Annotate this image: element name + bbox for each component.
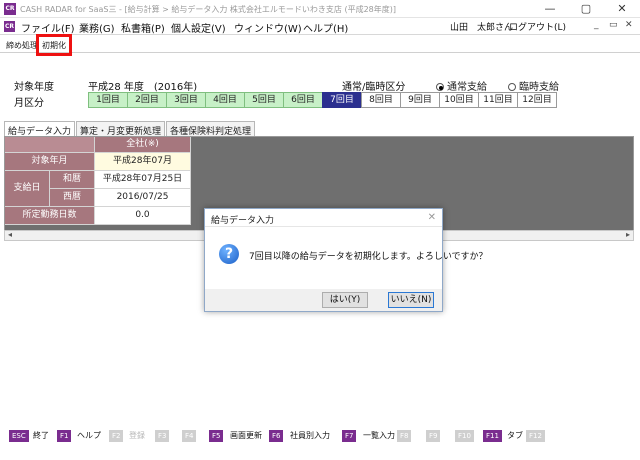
seireki-label: 西暦 [50, 189, 95, 207]
menu-window[interactable]: ウィンドウ(W) [234, 20, 302, 35]
fkey-f1-label: ヘルプ [77, 431, 101, 440]
seireki-value[interactable]: 2016/07/25 [95, 189, 191, 207]
fkey-f6[interactable]: F6 [269, 430, 284, 442]
pay-type-label: 通常/臨時区分 [342, 82, 406, 93]
menu-mailbox[interactable]: 私書箱(P) [121, 20, 165, 35]
dialog-message: 7回目以降の給与データを初期化します。よろしいですか？ [249, 252, 488, 262]
menu-file[interactable]: ファイル(F) [21, 20, 75, 35]
pay-type-regular-radio[interactable]: 通常支給 [436, 78, 487, 93]
radio-selected-icon [436, 83, 444, 91]
menu-personal-settings[interactable]: 個人設定(V) [171, 20, 226, 35]
menu-bar: CR ファイル(F) 業務(G) 私書箱(P) 個人設定(V) ウィンドウ(W)… [0, 18, 640, 35]
radio-unselected-icon [508, 83, 516, 91]
dialog-body: ? 7回目以降の給与データを初期化します。よろしいですか？ [205, 227, 488, 289]
no-button[interactable]: いいえ(N) [388, 292, 434, 308]
tab-calculation-update[interactable]: 算定・月変更新処理 [76, 121, 166, 137]
fkey-f5[interactable]: F5 [209, 430, 224, 442]
restore-icon[interactable]: ▢ [568, 0, 604, 18]
period-button-9[interactable]: 9回目 [400, 92, 440, 108]
fkey-f7[interactable]: F7 [342, 430, 357, 442]
fkey-f10: F10 [455, 430, 474, 442]
fkey-esc[interactable]: ESC [9, 430, 29, 442]
period-button-2[interactable]: 2回目 [127, 92, 167, 108]
company-header-cell: 全社(※) [95, 137, 191, 153]
close-icon[interactable]: ✕ [604, 0, 640, 18]
fkey-esc-label: 終了 [33, 431, 49, 440]
fkey-f11-label: タブ [507, 431, 523, 440]
fkey-f11[interactable]: F11 [483, 430, 502, 442]
period-button-1[interactable]: 1回目 [88, 92, 128, 108]
app-menu-icon[interactable]: CR [4, 21, 15, 32]
target-year-value: 平成28 年度 (2016年) [88, 82, 198, 93]
fkey-f1[interactable]: F1 [57, 430, 72, 442]
fkey-f7-label: 一覧入力 [363, 431, 395, 440]
period-button-6[interactable]: 6回目 [283, 92, 323, 108]
menu-business[interactable]: 業務(G) [79, 20, 115, 35]
period-button-3[interactable]: 3回目 [166, 92, 206, 108]
toolbar: 締め処理 初期化 [0, 34, 640, 56]
closing-process-button[interactable]: 締め処理 [4, 38, 40, 52]
minimize-icon[interactable]: — [532, 0, 568, 18]
wareki-value[interactable]: 平成28年07月25日 [95, 171, 191, 189]
period-button-10[interactable]: 10回目 [439, 92, 479, 108]
dialog-close-icon[interactable]: ✕ [428, 212, 436, 223]
title-bar: CR CASH RADAR for SaaS三 - [給与計算 > 給与データ入… [0, 0, 640, 18]
workdays-value[interactable]: 0.0 [95, 207, 191, 225]
wareki-label: 和暦 [50, 171, 95, 189]
dialog-footer: はい(Y) いいえ(N) [205, 289, 442, 311]
period-button-11[interactable]: 11回目 [478, 92, 518, 108]
logout-link[interactable]: ログアウト(L) [509, 20, 566, 33]
period-button-4[interactable]: 4回目 [205, 92, 245, 108]
fkey-f3: F3 [155, 430, 170, 442]
payday-label: 支給日 [5, 171, 50, 207]
workdays-label: 所定勤務日数 [5, 207, 95, 225]
mdi-minimize-icon[interactable]: _ [594, 20, 599, 30]
pay-type-temporary-radio[interactable]: 臨時支給 [508, 78, 559, 93]
dialog-title-bar: 給与データ入力 ✕ [205, 209, 442, 227]
tab-insurance-judgement[interactable]: 各種保険料判定処理 [166, 121, 256, 137]
period-button-7[interactable]: 7回目 [322, 92, 362, 108]
fkey-f2: F2 [109, 430, 124, 442]
initialize-button[interactable]: 初期化 [36, 34, 72, 56]
scroll-right-icon[interactable]: ▸ [626, 230, 630, 239]
grid-corner-cell [5, 137, 95, 153]
period-button-8[interactable]: 8回目 [361, 92, 401, 108]
target-year-label: 対象年度 [14, 82, 54, 93]
fkey-f5-label: 画面更新 [230, 431, 262, 440]
fkey-f9: F9 [426, 430, 441, 442]
question-icon: ? [219, 244, 239, 264]
mdi-close-icon[interactable]: ✕ [625, 20, 633, 30]
fkey-f8: F8 [397, 430, 412, 442]
mdi-restore-icon[interactable]: ▭ [609, 20, 618, 30]
yes-button[interactable]: はい(Y) [322, 292, 368, 308]
target-month-label: 対象年月 [5, 153, 95, 171]
month-division-label: 月区分 [14, 98, 44, 109]
fkey-f12: F12 [526, 430, 545, 442]
period-button-5[interactable]: 5回目 [244, 92, 284, 108]
menu-help[interactable]: ヘルプ(H) [303, 20, 348, 35]
period-button-12[interactable]: 12回目 [517, 92, 557, 108]
window-title: CASH RADAR for SaaS三 - [給与計算 > 給与データ入力 株… [20, 5, 397, 14]
function-key-bar: ESC 終了 F1 ヘルプ F2 登録 F3 F4 F5 画面更新 F6 社員別… [0, 430, 640, 444]
confirm-dialog: 給与データ入力 ✕ ? 7回目以降の給与データを初期化します。よろしいですか？ … [204, 208, 488, 312]
fkey-f4: F4 [182, 430, 197, 442]
scroll-left-icon[interactable]: ◂ [8, 230, 12, 239]
fkey-f6-label: 社員別入力 [290, 431, 330, 440]
dialog-title: 給与データ入力 [211, 216, 275, 226]
tab-salary-data-input[interactable]: 給与データ入力 [4, 121, 76, 137]
app-icon: CR [4, 3, 16, 15]
target-month-value[interactable]: 平成28年07月 [95, 153, 191, 171]
fkey-f2-label: 登録 [129, 431, 145, 440]
user-name: 山田 太郎さん [450, 23, 514, 33]
